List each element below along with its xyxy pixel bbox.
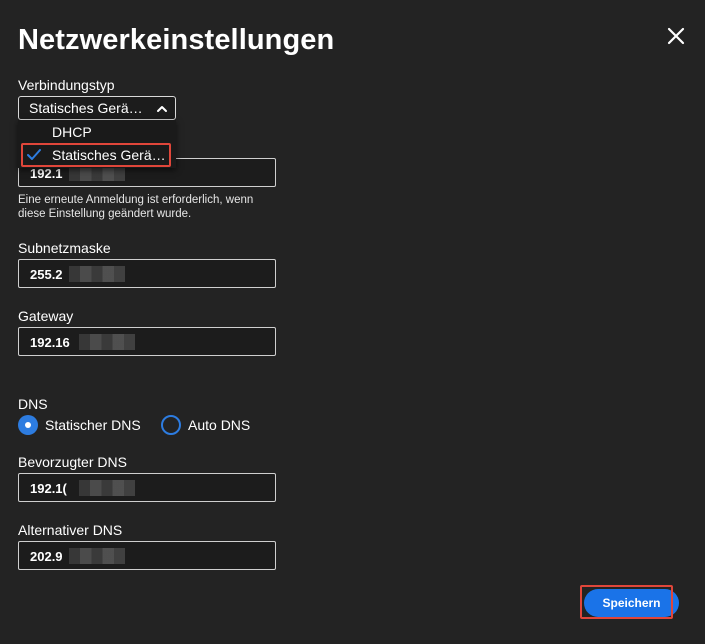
redacted-blur [79, 480, 135, 496]
gateway-value: 192.16 [30, 335, 70, 350]
connection-type-label: Verbindungstyp [18, 77, 115, 93]
checkmark-icon [27, 149, 41, 160]
close-button[interactable] [664, 24, 688, 48]
connection-type-selected-value: Statisches Gerä… [29, 100, 143, 116]
relogin-hint: Eine erneute Anmeldung ist erforderlich,… [18, 194, 254, 220]
alternate-dns-label: Alternativer DNS [18, 522, 123, 538]
alternate-dns-value: 202.9 [30, 549, 63, 564]
dropdown-option-label: DHCP [52, 124, 92, 140]
connection-type-select[interactable]: Statisches Gerä… [18, 96, 176, 120]
preferred-dns-label: Bevorzugter DNS [18, 454, 127, 470]
redacted-blur [79, 334, 135, 350]
chevron-up-icon [157, 106, 167, 112]
dropdown-option-dhcp[interactable]: DHCP [18, 121, 176, 143]
connection-type-dropdown: DHCP Statisches Gerä… [18, 120, 176, 168]
dialog-title: Netzwerkeinstellungen [18, 24, 335, 56]
dropdown-option-static[interactable]: Statisches Gerä… [18, 144, 176, 166]
dns-label: DNS [18, 396, 48, 412]
auto-dns-label: Auto DNS [188, 417, 251, 433]
save-button[interactable]: Speichern [584, 589, 679, 617]
save-button-label: Speichern [602, 596, 661, 610]
redacted-blur [69, 266, 125, 282]
subnet-value: 255.2 [30, 267, 63, 282]
subnet-field[interactable]: 255.2 [18, 259, 276, 288]
network-settings-dialog: Netzwerkeinstellungen Verbindungstyp Sta… [0, 0, 705, 644]
static-dns-radio[interactable] [18, 415, 38, 435]
auto-dns-radio[interactable] [161, 415, 181, 435]
close-icon [667, 27, 685, 45]
alternate-dns-field[interactable]: 202.9 [18, 541, 276, 570]
redacted-blur [69, 548, 125, 564]
gateway-field[interactable]: 192.16 [18, 327, 276, 356]
ip-address-value: 192.1 [30, 166, 63, 181]
subnet-label: Subnetzmaske [18, 240, 111, 256]
dropdown-option-label: Statisches Gerä… [52, 147, 166, 163]
preferred-dns-value: 192.1( [30, 481, 67, 496]
gateway-label: Gateway [18, 308, 74, 324]
static-dns-label: Statischer DNS [45, 417, 141, 433]
preferred-dns-field[interactable]: 192.1( [18, 473, 276, 502]
